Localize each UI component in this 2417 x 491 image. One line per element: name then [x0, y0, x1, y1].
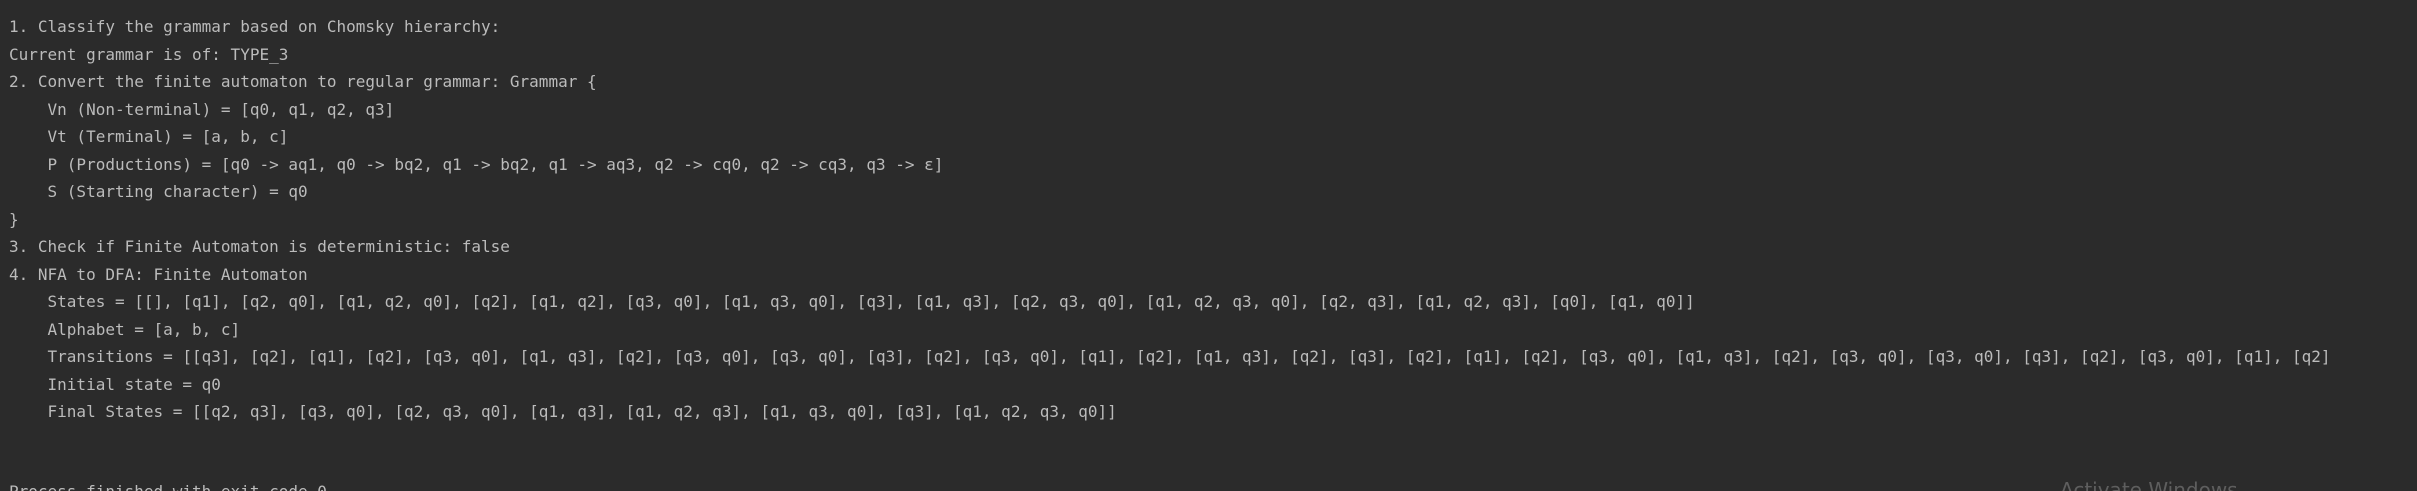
console-line: 1. Classify the grammar based on Chomsky… — [9, 17, 501, 36]
console-line: } — [9, 209, 19, 229]
console-line: States = [[], [q1], [q2, q0], [q1, q2, q… — [9, 292, 1695, 311]
console-line: 4. NFA to DFA: Finite Automaton — [9, 264, 308, 284]
activate-windows-watermark: Activate Windows — [2060, 478, 2238, 491]
console-line: Final States = [[q2, q3], [q3, q0], [q2,… — [9, 402, 1117, 421]
console-line: Initial state = q0 — [9, 374, 221, 394]
console-line: 3. Check if Finite Automaton is determin… — [9, 237, 510, 256]
console-line: Alphabet = [a, b, c] — [9, 319, 241, 339]
console-line: Vn (Non-terminal) = [q0, q1, q2, q3] — [9, 99, 395, 119]
console-line: S (Starting character) = q0 — [9, 182, 308, 201]
console-line: Transitions = [[q3], [q2], [q1], [q2], [… — [9, 347, 2331, 366]
console-line: P (Productions) = [q0 -> aq1, q0 -> bq2,… — [9, 154, 944, 174]
console-text-area: 1. Classify the grammar based on Chomsky… — [9, 13, 2331, 426]
console-line: Current grammar is of: TYPE_3 — [9, 44, 289, 64]
process-exit-message: Process finished with exit code 0 — [9, 478, 327, 491]
console-line: Vt (Terminal) = [a, b, c] — [9, 127, 289, 146]
run-console-output[interactable]: 1. Classify the grammar based on Chomsky… — [0, 0, 2417, 491]
console-line: 2. Convert the finite automaton to regul… — [9, 72, 597, 91]
